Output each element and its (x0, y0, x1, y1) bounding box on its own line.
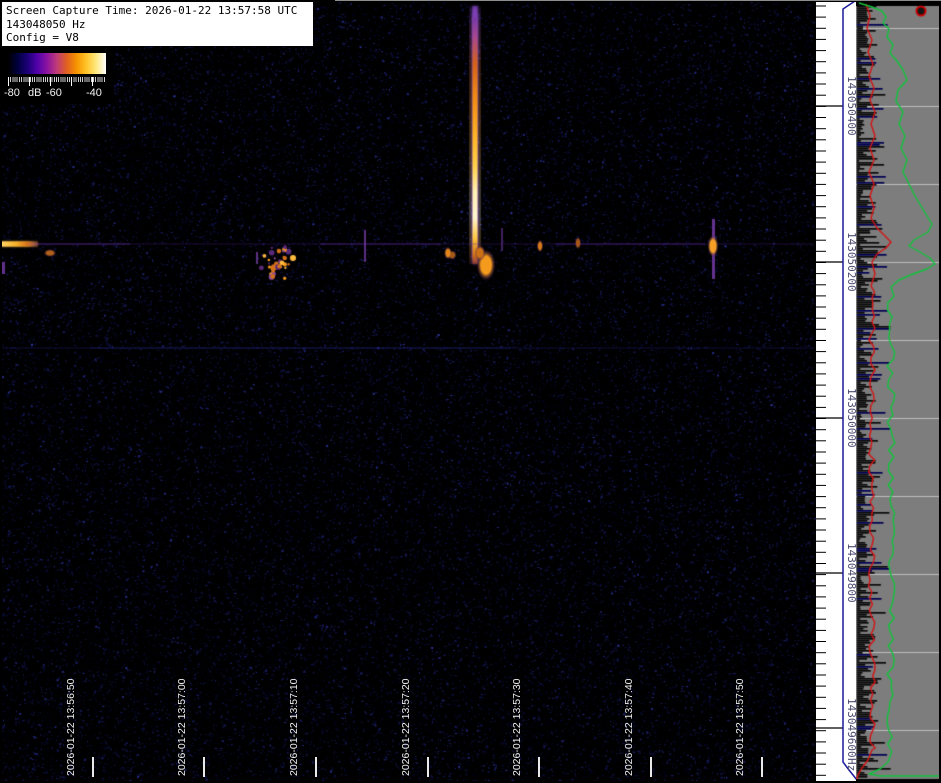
colorbar-label-mid: -60 (46, 87, 62, 99)
time-axis-label: 2026-01-22 13:57:00 (176, 678, 188, 777)
time-axis-tick (203, 757, 205, 777)
spectrum-panel (856, 0, 941, 783)
spectrogram-waterfall (0, 0, 816, 783)
capture-info-box: Screen Capture Time: 2026-01-22 13:57:58… (2, 2, 313, 46)
time-axis-tick (315, 757, 317, 777)
time-axis-label: 2026-01-22 13:57:20 (400, 678, 412, 777)
time-axis-tick (427, 757, 429, 777)
time-axis-tick (650, 757, 652, 777)
colorbar: -80 dB -60 -40 (2, 46, 114, 104)
time-axis-label: 2026-01-22 13:56:50 (65, 678, 77, 777)
colorbar-unit-label: dB (28, 87, 42, 99)
time-axis-label: 2026-01-22 13:57:50 (734, 678, 746, 777)
time-axis-label: 2026-01-22 13:57:30 (511, 678, 523, 777)
time-axis-label: 2026-01-22 13:57:40 (623, 678, 635, 777)
colorbar-label-max: -40 (86, 87, 102, 99)
top-edge-highlight (335, 0, 941, 1)
border-left (0, 0, 2, 783)
colorbar-major-ticks (8, 77, 107, 86)
time-axis-tick (92, 757, 94, 777)
capture-time-text: Screen Capture Time: 2026-01-22 13:57:58… (6, 4, 298, 17)
time-axis-tick (761, 757, 763, 777)
screen-capture-root: Screen Capture Time: 2026-01-22 13:57:58… (0, 0, 941, 783)
time-axis-label: 2026-01-22 13:57:10 (288, 678, 300, 777)
time-axis-tick (538, 757, 540, 777)
frequency-scale: 143050400 143050200 143050000 143049800 1430… (816, 0, 858, 783)
colorbar-gradient (8, 53, 106, 74)
capture-config-text: Config = V8 (6, 31, 79, 44)
colorbar-label-min: -80 (4, 87, 20, 99)
capture-frequency-text: 143048050 Hz (6, 17, 86, 31)
